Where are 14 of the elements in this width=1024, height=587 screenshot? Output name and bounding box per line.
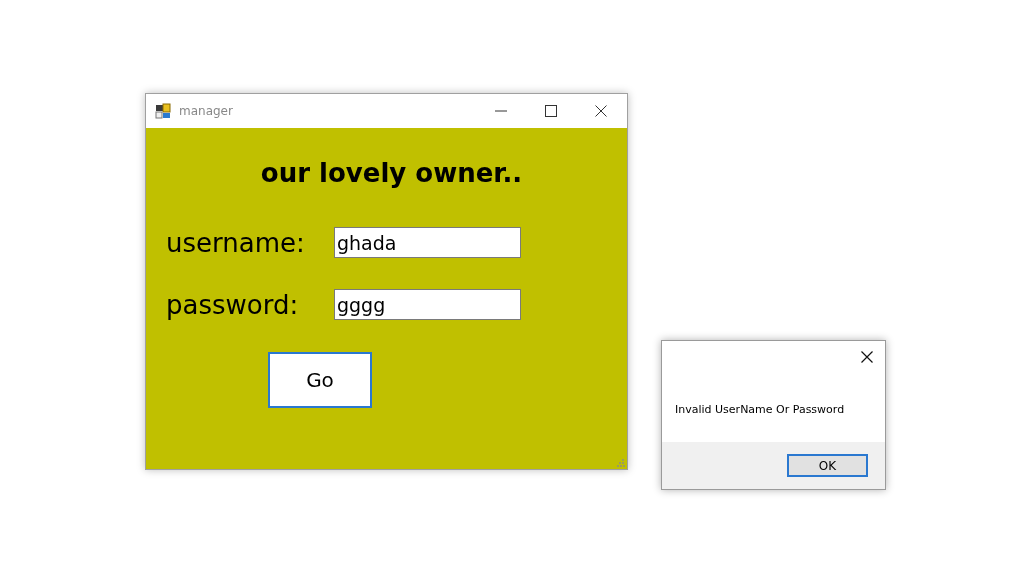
- ok-button[interactable]: OK: [787, 454, 868, 477]
- field-label: username:: [166, 227, 306, 258]
- close-icon[interactable]: [861, 351, 873, 363]
- form-heading: our lovely owner..: [260, 158, 523, 188]
- resize-grip-icon: [617, 459, 625, 467]
- input-field[interactable]: gggg: [334, 289, 521, 320]
- field-label: password:: [166, 289, 300, 320]
- window-title: manager: [179, 104, 233, 118]
- input-field[interactable]: ghada: [334, 227, 521, 258]
- go-button[interactable]: Go: [268, 352, 372, 408]
- maximize-icon[interactable]: [545, 105, 557, 117]
- close-icon[interactable]: [595, 105, 607, 117]
- dialog-message: Invalid UserName Or Password: [674, 403, 846, 416]
- app-icon: [155, 103, 171, 119]
